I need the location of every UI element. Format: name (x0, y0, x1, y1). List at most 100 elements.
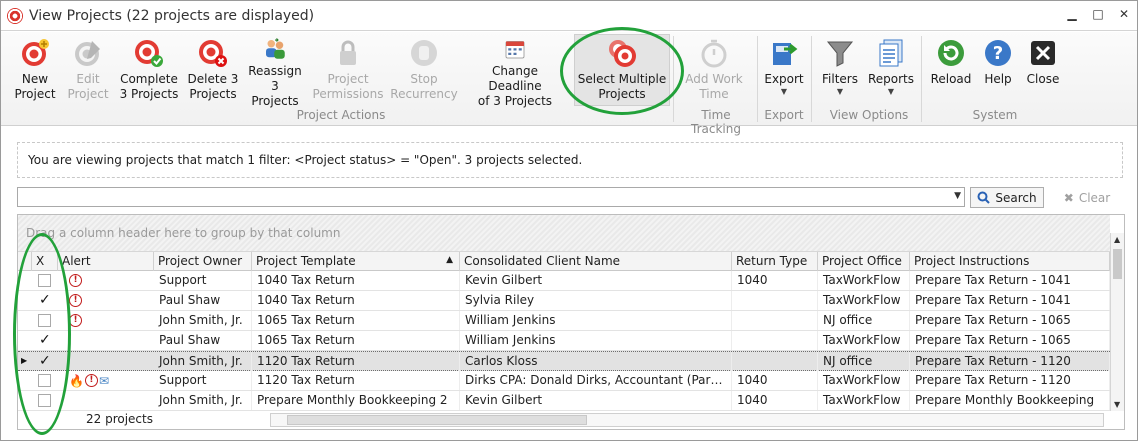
row-select-checkbox[interactable]: ✓ (38, 333, 51, 347)
cell-client[interactable]: Kevin Gilbert (460, 391, 732, 410)
delete-projects-button[interactable]: Delete 3 Projects (187, 37, 239, 109)
stop-recurrency-button[interactable]: Stop Recurrency (390, 37, 458, 109)
search-button[interactable]: Search (970, 187, 1044, 208)
scroll-up-icon[interactable]: ▲ (1114, 235, 1120, 244)
table-row[interactable]: ! John Smith, Jr. 1065 Tax Return William J… (18, 311, 1110, 331)
change-deadline-button[interactable]: Change Deadline of 3 Projects (468, 37, 562, 109)
horizontal-scroll-thumb[interactable] (287, 415, 587, 425)
cell-client[interactable]: Kevin Gilbert (460, 271, 732, 290)
edit-project-button[interactable]: Edit Project (65, 37, 111, 109)
cell-client[interactable]: Dirks CPA: Donald Dirks, Accountant (Par… (460, 371, 732, 390)
cell-owner[interactable]: John Smith, Jr. (154, 352, 252, 371)
project-permissions-button[interactable]: Project Permissions (313, 37, 384, 109)
column-header-return-type[interactable]: Return Type (732, 252, 818, 271)
column-header-x[interactable]: X (32, 252, 58, 271)
table-row[interactable]: John Smith, Jr. Prepare Monthly Bookkeepi… (18, 391, 1110, 411)
group-by-panel[interactable]: Drag a column header here to group by th… (18, 215, 1110, 251)
cell-template[interactable]: 1120 Tax Return (252, 352, 460, 371)
table-row[interactable]: ✓ Paul Shaw 1065 Tax Return William Jenkins… (18, 331, 1110, 351)
select-multiple-projects-button[interactable]: Select Multiple Projects (576, 37, 668, 109)
alert-cell (64, 391, 154, 410)
column-header-project-owner[interactable]: Project Owner (154, 252, 252, 271)
row-select-checkbox[interactable] (38, 394, 51, 407)
column-header-project-office[interactable]: Project Office (818, 252, 910, 271)
export-label: Export (764, 72, 804, 86)
cell-owner[interactable]: Support (154, 271, 252, 290)
cell-office[interactable]: TaxWorkFlow (818, 331, 910, 350)
minimize-button[interactable]: ▁ (1065, 7, 1079, 21)
column-header-client-name[interactable]: Consolidated Client Name (460, 252, 732, 271)
complete-projects-button[interactable]: Complete 3 Projects (119, 37, 179, 109)
vertical-scroll-thumb[interactable] (1113, 249, 1122, 279)
table-row[interactable]: ! Support 1040 Tax Return Kevin Gilbert 1040… (18, 271, 1110, 291)
cell-template[interactable]: 1120 Tax Return (252, 371, 460, 390)
cell-instructions[interactable]: Prepare Tax Return - 1120 (910, 352, 1110, 371)
cell-owner[interactable]: Paul Shaw (154, 291, 252, 310)
cell-return-type[interactable]: 1040 (732, 391, 818, 410)
cell-instructions[interactable]: Prepare Tax Return - 1041 (910, 291, 1110, 310)
cell-owner[interactable]: John Smith, Jr. (154, 391, 252, 410)
cell-return-type[interactable] (732, 291, 818, 310)
cell-instructions[interactable]: Prepare Tax Return - 1065 (910, 331, 1110, 350)
export-button[interactable]: Export ▼ (763, 37, 805, 109)
search-dropdown-icon[interactable]: ▼ (954, 191, 961, 201)
cell-instructions[interactable]: Prepare Monthly Bookkeeping (910, 391, 1110, 410)
new-project-button[interactable]: New Project (11, 37, 59, 109)
cell-owner[interactable]: John Smith, Jr. (154, 311, 252, 330)
column-header-project-instructions[interactable]: Project Instructions (910, 252, 1110, 271)
cell-return-type[interactable]: 1040 (732, 271, 818, 290)
cell-template[interactable]: 1040 Tax Return (252, 271, 460, 290)
cell-return-type[interactable] (732, 352, 818, 371)
cell-client[interactable]: Carlos Kloss (460, 352, 732, 371)
add-work-time-button[interactable]: Add Work Time (681, 37, 747, 109)
row-select-checkbox[interactable]: ✓ (38, 354, 51, 368)
help-button[interactable]: ? Help (978, 37, 1018, 109)
row-select-checkbox[interactable] (38, 274, 51, 287)
group-label-time-tracking: Time Tracking (691, 108, 741, 136)
row-select-checkbox[interactable] (38, 374, 51, 387)
cell-return-type[interactable]: 1040 (732, 371, 818, 390)
table-row[interactable]: 🔥! ✉ Support 1120 Tax Return Dirks CPA: Dona… (18, 371, 1110, 391)
cell-template[interactable]: 1065 Tax Return (252, 331, 460, 350)
reload-button[interactable]: Reload (930, 37, 972, 109)
table-row[interactable]: ▶ ✓ John Smith, Jr. 1120 Tax Return Carlos K… (18, 351, 1110, 371)
table-row[interactable]: ✓! Paul Shaw 1040 Tax Return Sylvia Riley Ta… (18, 291, 1110, 311)
column-header-project-template[interactable]: Project Template ▲ (252, 252, 460, 271)
cell-client[interactable]: William Jenkins (460, 331, 732, 350)
view-projects-window: View Projects (22 projects are displayed… (0, 0, 1138, 441)
cell-office[interactable]: TaxWorkFlow (818, 291, 910, 310)
cell-instructions[interactable]: Prepare Tax Return - 1065 (910, 311, 1110, 330)
filters-dropdown-icon: ▼ (836, 87, 844, 96)
column-header-alert[interactable]: Alert (58, 252, 154, 271)
clear-button[interactable]: ✖ Clear (1051, 187, 1123, 208)
maximize-button[interactable]: □ (1091, 7, 1105, 21)
cell-office[interactable]: NJ office (818, 311, 910, 330)
row-select-checkbox[interactable]: ✓ (38, 293, 51, 307)
alert-cell: ! (64, 271, 154, 290)
cell-owner[interactable]: Support (154, 371, 252, 390)
close-window-button[interactable]: ✕ (1117, 7, 1131, 21)
cell-client[interactable]: William Jenkins (460, 311, 732, 330)
cell-client[interactable]: Sylvia Riley (460, 291, 732, 310)
cell-office[interactable]: TaxWorkFlow (818, 371, 910, 390)
reports-button[interactable]: Reports ▼ (867, 37, 915, 109)
cell-template[interactable]: 1065 Tax Return (252, 311, 460, 330)
cell-office[interactable]: TaxWorkFlow (818, 271, 910, 290)
search-input[interactable]: ▼ (17, 187, 965, 207)
horizontal-scrollbar[interactable] (270, 413, 1104, 427)
cell-instructions[interactable]: Prepare Tax Return - 1041 (910, 271, 1110, 290)
cell-return-type[interactable] (732, 331, 818, 350)
cell-template[interactable]: Prepare Monthly Bookkeeping 2 (252, 391, 460, 410)
filters-button[interactable]: Filters ▼ (819, 37, 861, 109)
reassign-projects-button[interactable]: Reassign 3 Projects (246, 37, 304, 109)
cell-office[interactable]: TaxWorkFlow (818, 391, 910, 410)
scroll-down-icon[interactable]: ▼ (1114, 400, 1120, 409)
cell-template[interactable]: 1040 Tax Return (252, 291, 460, 310)
cell-owner[interactable]: Paul Shaw (154, 331, 252, 350)
cell-return-type[interactable] (732, 311, 818, 330)
close-button[interactable]: Close (1023, 37, 1063, 109)
vertical-scrollbar[interactable]: ▲ ▼ (1110, 233, 1124, 411)
cell-instructions[interactable]: Prepare Tax Return - 1120 (910, 371, 1110, 390)
row-select-checkbox[interactable] (38, 314, 51, 327)
cell-office[interactable]: NJ office (818, 352, 910, 371)
